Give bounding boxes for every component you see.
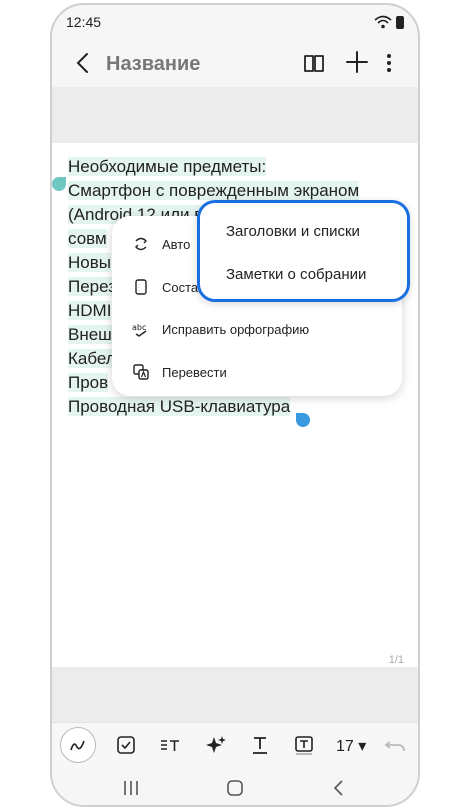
compose-icon	[135, 279, 147, 295]
note-line: Необходимые предметы:	[68, 157, 267, 176]
selection-end-handle[interactable]	[296, 413, 310, 427]
svg-text:abc: abc	[132, 323, 146, 332]
system-nav-bar	[52, 768, 418, 805]
pen-icon	[70, 740, 85, 751]
auto-format-icon	[135, 237, 147, 251]
status-icons	[374, 15, 404, 29]
status-time: 12:45	[66, 14, 102, 30]
font-size-selector[interactable]: 17 ▾	[336, 736, 366, 756]
app-bar: Название	[52, 43, 418, 85]
checkbox-icon[interactable]	[114, 733, 138, 757]
phone-frame: 12:45 Название Необходимые предметы: Сма…	[50, 3, 420, 807]
note-line: Проводная USB-клавиатура	[68, 397, 291, 416]
book-icon[interactable]	[302, 51, 326, 75]
editing-toolbar: 17 ▾	[52, 722, 418, 768]
home-icon[interactable]	[226, 778, 244, 798]
menu-item-spellcheck[interactable]: abc Исправить орфографию	[132, 314, 309, 344]
menu-item-translate[interactable]: Перевести	[132, 357, 227, 387]
back-arrow-icon[interactable]	[72, 51, 96, 75]
undo-icon[interactable]	[384, 733, 408, 757]
battery-icon	[396, 15, 404, 29]
submenu-item-headings-lists[interactable]: Заголовки и списки	[226, 223, 360, 240]
pen-button[interactable]	[60, 727, 96, 763]
nav-back-icon[interactable]	[330, 778, 348, 798]
spellcheck-icon: abc	[132, 323, 147, 337]
text-box-icon[interactable]	[292, 733, 316, 757]
recents-icon[interactable]	[122, 778, 140, 798]
sparkle-icon[interactable]	[204, 733, 228, 757]
text-format-icon[interactable]	[158, 733, 182, 757]
page-title[interactable]: Название	[106, 53, 200, 76]
translate-icon	[133, 364, 149, 380]
menu-item-auto[interactable]: Авто	[132, 229, 190, 259]
footer-band	[52, 667, 418, 722]
underline-text-icon[interactable]	[248, 733, 272, 757]
wifi-icon	[374, 15, 392, 29]
status-bar: 12:45	[52, 5, 418, 39]
more-vertical-icon[interactable]	[382, 51, 396, 75]
page-counter: 1/1	[388, 654, 404, 666]
header-band	[52, 87, 418, 143]
selection-start-handle[interactable]	[52, 177, 66, 191]
submenu-highlighted: Заголовки и списки Заметки о собрании	[197, 200, 410, 302]
submenu-item-meeting-notes[interactable]: Заметки о собрании	[226, 266, 366, 283]
menu-item-compose[interactable]: Соста	[132, 272, 198, 302]
plus-icon[interactable]	[344, 49, 370, 75]
